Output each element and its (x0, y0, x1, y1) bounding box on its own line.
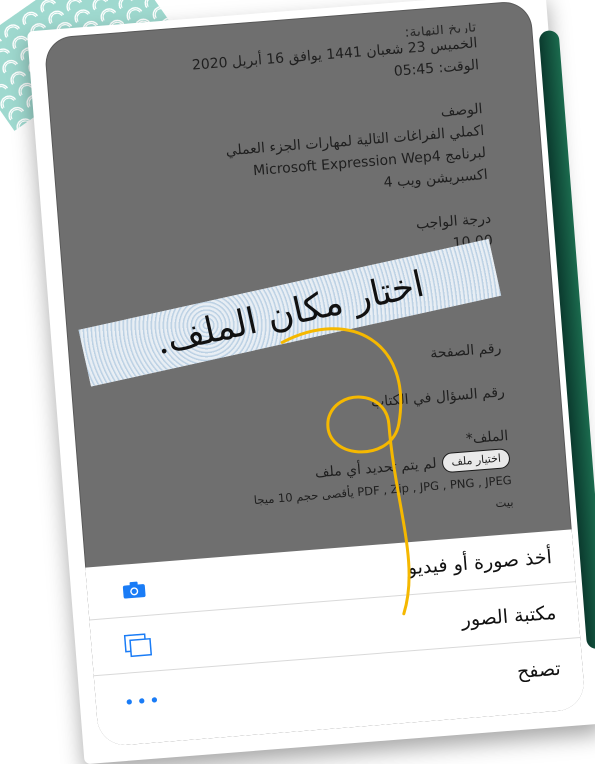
action-take-photo-label: أخذ صورة أو فيديو (406, 546, 553, 580)
action-browse-label: تصفح (516, 657, 562, 684)
camera-icon (116, 575, 152, 606)
action-photo-library-label: مكتبة الصور (460, 601, 558, 632)
photo-library-icon (120, 630, 156, 661)
question-number-label[interactable]: رقم السؤال في الكتاب (99, 381, 506, 435)
photo-frame: تاريخ النهاية: الخميس 23 شعبان 1441 يواف… (26, 0, 595, 764)
more-icon: ••• (123, 689, 163, 714)
action-sheet: أخذ صورة أو فيديو مكتبة الصور تصفح ••• (85, 529, 586, 748)
